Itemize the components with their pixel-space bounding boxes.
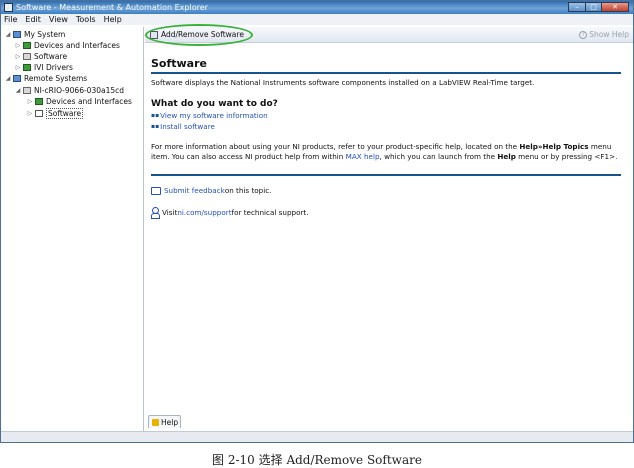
submit-feedback-link[interactable]: Submit feedback (164, 186, 225, 195)
maximize-button[interactable]: □ (585, 2, 601, 12)
help-content: Software Software displays the National … (151, 57, 621, 219)
ivi-driver-icon (23, 64, 31, 71)
highlight-ellipse (145, 24, 253, 46)
tree-item-crio[interactable]: ◢ NI-cRIO-9066-030a15cd (15, 85, 124, 96)
collapse-icon[interactable]: ◢ (5, 75, 11, 82)
close-button[interactable]: ✕ (601, 2, 629, 12)
person-icon (151, 207, 160, 219)
arrow-icon: ▪▪ (151, 112, 160, 119)
collapse-icon[interactable]: ◢ (5, 31, 11, 38)
status-bar (1, 431, 633, 442)
tree-item-ivi-drivers[interactable]: ▷ IVI Drivers (15, 62, 73, 73)
menu-tools[interactable]: Tools (76, 15, 96, 24)
content-pane: Add/Remove Software ? Show Help Software… (145, 24, 633, 431)
question-heading: What do you want to do? (151, 99, 278, 109)
help-paragraph: For more information about using your NI… (151, 142, 618, 161)
tree-item-software[interactable]: ▷ Software (15, 51, 67, 62)
app-icon (4, 3, 13, 12)
menu-path: Help»Help Topics (519, 142, 589, 151)
configuration-tree: ◢ My System ▷ Devices and Interfaces ▷ S… (1, 27, 144, 431)
arrow-icon: ▪▪ (151, 123, 160, 130)
install-software-link[interactable]: Install software (160, 122, 215, 131)
window-title: Software - Measurement & Automation Expl… (16, 3, 208, 12)
devices-icon (23, 42, 31, 49)
max-help-link[interactable]: MAX help (346, 152, 380, 161)
target-icon (23, 87, 31, 94)
page-title: Software (151, 57, 207, 70)
menu-view[interactable]: View (49, 15, 68, 24)
help-tab[interactable]: Help (148, 415, 181, 428)
divider (151, 72, 621, 74)
help-icon (152, 418, 159, 426)
intro-text: Software displays the National Instrumen… (151, 78, 535, 87)
menu-edit[interactable]: Edit (25, 15, 41, 24)
tree-item-my-system[interactable]: ◢ My System (5, 29, 66, 40)
comment-icon (151, 186, 161, 195)
devices-icon (35, 98, 43, 105)
menu-help[interactable]: Help (104, 15, 122, 24)
support-row: Visit ni.com/support for technical suppo… (151, 207, 621, 219)
tree-item-remote-systems[interactable]: ◢ Remote Systems (5, 73, 88, 84)
title-bar: Software - Measurement & Automation Expl… (1, 1, 633, 14)
computer-icon (13, 31, 21, 38)
expand-icon[interactable]: ▷ (15, 53, 21, 60)
tree-item-crio-software[interactable]: ▷ Software (27, 108, 84, 119)
view-info-link[interactable]: View my software information (160, 111, 268, 120)
option-view-info[interactable]: ▪▪ View my software information (151, 111, 621, 120)
software-icon (23, 53, 31, 60)
network-icon (13, 75, 21, 82)
feedback-row: Submit feedback on this topic. (151, 186, 621, 195)
expand-icon[interactable]: ▷ (15, 42, 21, 49)
expand-icon[interactable]: ▷ (27, 98, 33, 105)
toolbar: Add/Remove Software ? Show Help (145, 24, 633, 46)
tree-item-devices-interfaces[interactable]: ▷ Devices and Interfaces (15, 40, 120, 51)
show-help-button[interactable]: ? Show Help (579, 30, 629, 39)
divider (151, 174, 621, 176)
menu-bar: File Edit View Tools Help (1, 14, 633, 25)
minimize-button[interactable]: – (568, 2, 585, 12)
main-window: Software - Measurement & Automation Expl… (0, 0, 634, 443)
option-install[interactable]: ▪▪ Install software (151, 122, 621, 131)
show-help-label: Show Help (589, 30, 629, 39)
expand-icon[interactable]: ▷ (27, 110, 33, 117)
help-menu-name: Help (497, 152, 516, 161)
figure-caption: 图 2-10 选择 Add/Remove Software (212, 453, 422, 467)
collapse-icon[interactable]: ◢ (15, 87, 21, 94)
software-icon (35, 110, 43, 117)
help-icon: ? (579, 30, 588, 39)
support-link[interactable]: ni.com/support (177, 208, 231, 217)
menu-file[interactable]: File (4, 15, 17, 24)
expand-icon[interactable]: ▷ (15, 64, 21, 71)
tree-item-crio-devices[interactable]: ▷ Devices and Interfaces (27, 96, 132, 107)
window-controls: – □ ✕ (568, 2, 629, 12)
